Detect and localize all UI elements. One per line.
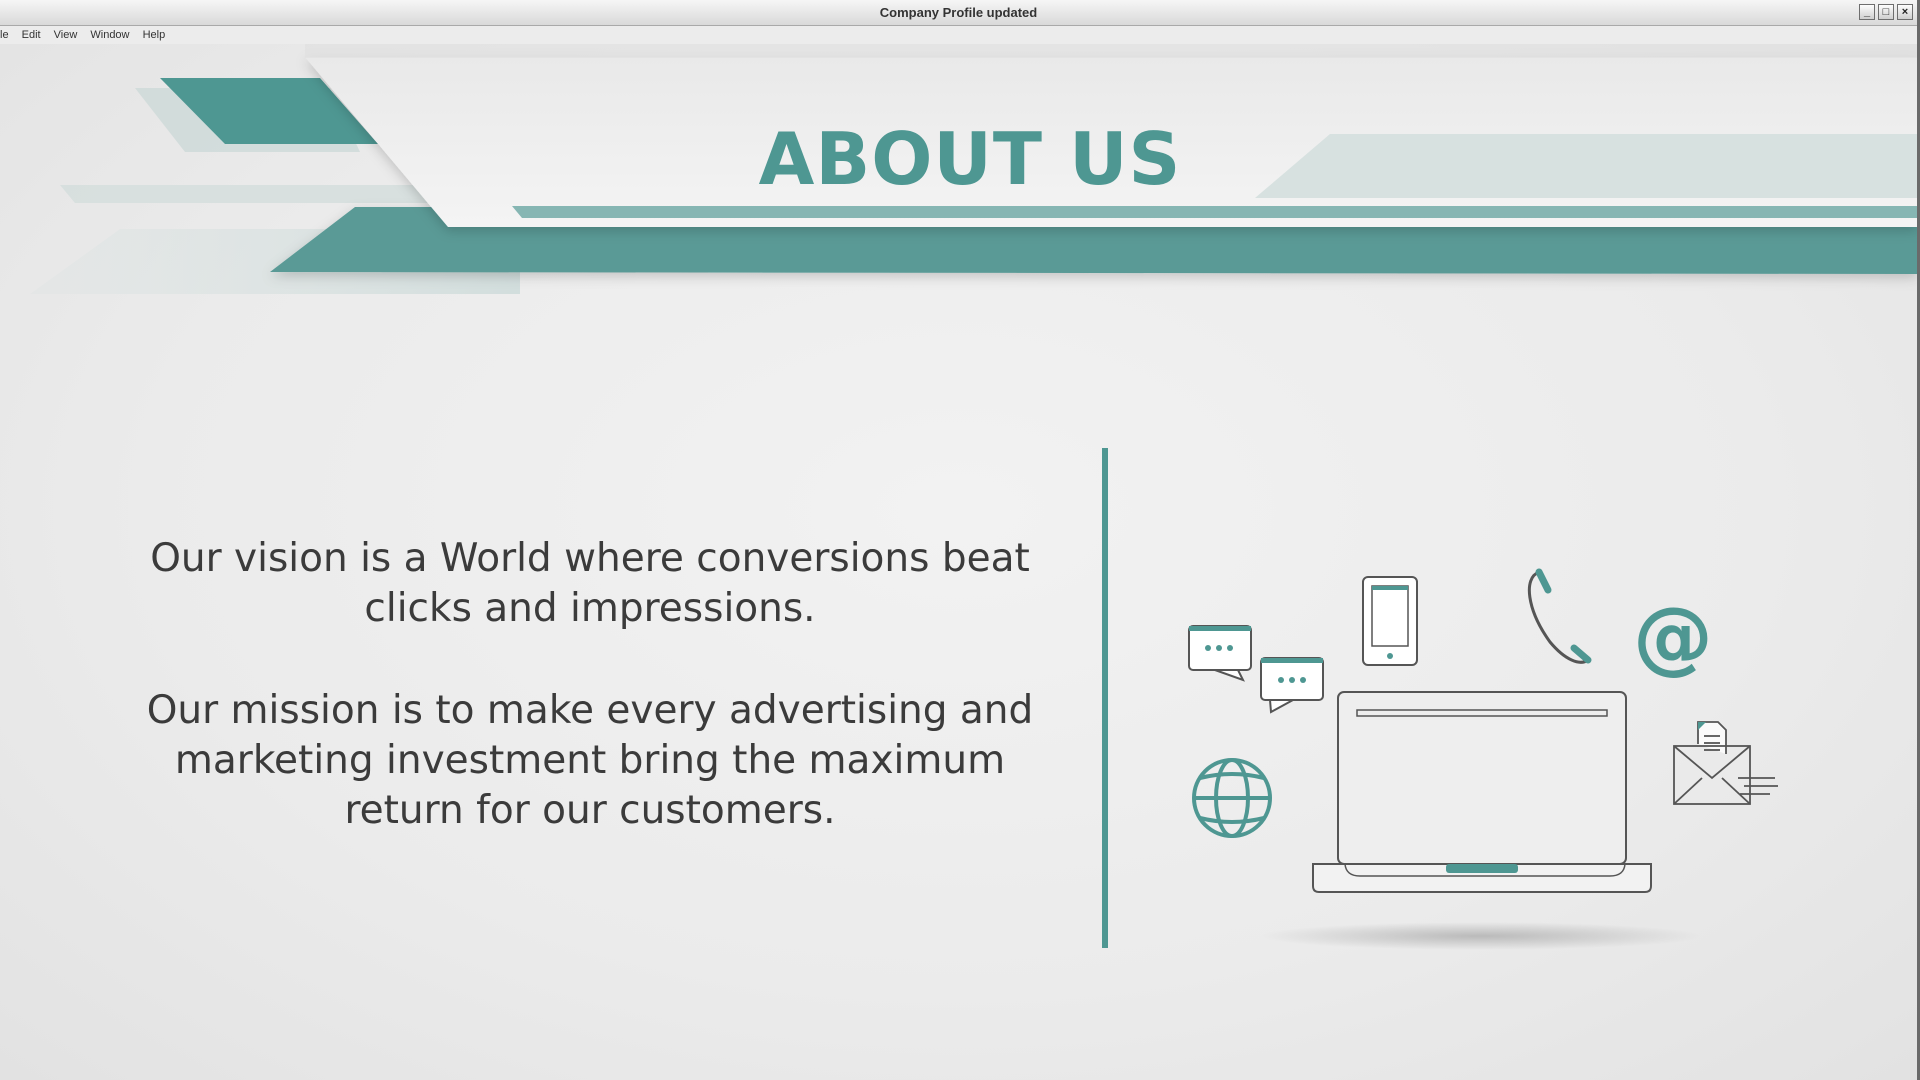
- minimize-icon[interactable]: _: [1859, 4, 1875, 20]
- globe-icon: [1192, 758, 1272, 838]
- ground-shadow: [1260, 922, 1700, 950]
- close-icon[interactable]: ×: [1897, 4, 1913, 20]
- menu-item-edit[interactable]: Edit: [22, 29, 41, 41]
- maximize-icon[interactable]: □: [1878, 4, 1894, 20]
- menu-bar: le Edit View Window Help: [0, 26, 1917, 44]
- vertical-divider: [1102, 448, 1108, 948]
- smartphone-icon: [1362, 576, 1418, 666]
- contact-illustration: @: [1188, 568, 1778, 950]
- vision-statement: Our vision is a World where conversions …: [150, 536, 1030, 631]
- laptop-icon: [1312, 691, 1652, 893]
- mission-statement: Our mission is to make every advertising…: [146, 688, 1034, 833]
- window-title: Company Profile updated: [879, 5, 1038, 20]
- slide-canvas[interactable]: ABOUT US Our vision is a World where con…: [0, 44, 1917, 1080]
- menu-item-file[interactable]: le: [0, 29, 9, 41]
- application-window: Company Profile updated _ □ × le Edit Vi…: [0, 0, 1920, 1080]
- menu-item-view[interactable]: View: [54, 29, 78, 41]
- menu-item-window[interactable]: Window: [90, 29, 129, 41]
- page-title: ABOUT US: [758, 117, 1182, 201]
- window-controls: _ □ ×: [1859, 4, 1913, 20]
- chat-bubble-icon: [1260, 657, 1324, 714]
- at-sign-icon: @: [1633, 590, 1713, 683]
- envelope-icon: [1673, 721, 1778, 805]
- phone-handset-icon: [1527, 568, 1592, 664]
- chat-bubble-icon: [1188, 625, 1252, 682]
- title-bar[interactable]: Company Profile updated _ □ ×: [0, 0, 1917, 26]
- menu-item-help[interactable]: Help: [143, 29, 166, 41]
